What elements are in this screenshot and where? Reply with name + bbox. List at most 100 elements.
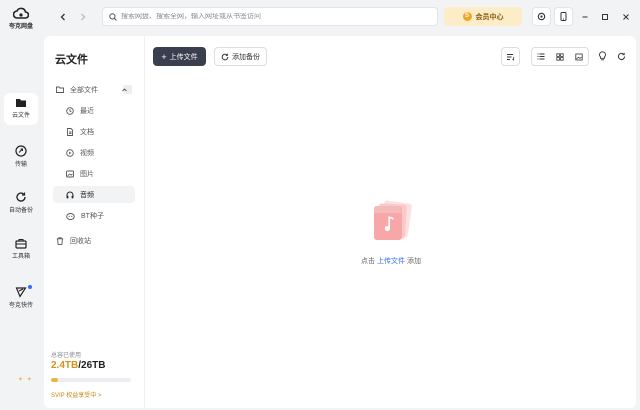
rail-item-label: 自动备份	[8, 208, 33, 214]
empty-prefix: 点击	[361, 258, 376, 265]
sidebar-item-label: 文档	[80, 128, 94, 136]
maximize-icon	[602, 14, 608, 20]
vip-center-button[interactable]: S 会员中心	[444, 7, 522, 26]
sidebar-item-trash[interactable]: 回收站	[50, 232, 135, 249]
sidebar-item-label: 全部文件	[70, 86, 98, 94]
storage-used: 2.4TB	[51, 360, 79, 371]
chevron-up-icon	[122, 87, 127, 91]
search-box[interactable]	[102, 7, 438, 26]
svip-promo-link[interactable]: SVIP 权益享受中 >	[51, 390, 101, 399]
close-button[interactable]	[619, 10, 633, 24]
phone-icon	[560, 12, 567, 21]
transfer-icon	[15, 145, 27, 157]
reload-icon	[617, 52, 625, 60]
rail-item-label: 传输	[14, 162, 27, 168]
bt-icon	[66, 212, 75, 220]
settings-button[interactable]	[532, 7, 551, 26]
empty-suffix: 添加	[406, 258, 421, 265]
vip-coin-icon: S	[462, 12, 472, 21]
sidebar-item-label: 视频	[80, 149, 94, 157]
notification-dot	[28, 285, 32, 289]
rail-item-toolbox[interactable]: 工具箱	[4, 234, 38, 266]
sidebar-item-label: 回收站	[70, 237, 91, 245]
upload-file-link[interactable]: 上传文件	[377, 258, 405, 265]
minimize-icon	[582, 16, 588, 18]
sidebar-item-bt-torrents[interactable]: BT种子	[53, 207, 135, 224]
headphones-icon	[66, 191, 74, 198]
upload-file-button[interactable]: + 上传文件	[153, 47, 206, 66]
search-input[interactable]	[121, 13, 421, 20]
plus-icon: +	[161, 51, 167, 62]
sidebar-item-label: BT种子	[81, 212, 104, 220]
video-icon	[66, 148, 74, 157]
sidebar-title: 云文件	[55, 54, 88, 66]
grid-icon	[556, 52, 564, 61]
sort-button[interactable]	[501, 47, 520, 66]
refresh-button[interactable]	[615, 50, 627, 62]
sidebar-item-audio[interactable]: 音频	[53, 186, 135, 203]
file-sidebar: 云文件 全部文件 最近 文档 视频 图片 音频 BT种子 回收站 总容已使用 2…	[44, 36, 145, 408]
tips-button[interactable]	[596, 50, 608, 62]
rail-item-transfer[interactable]: 传输	[4, 141, 38, 173]
rail-item-auto-backup[interactable]: 自动备份	[4, 187, 38, 219]
image-icon	[66, 170, 74, 177]
chevron-right-icon	[81, 13, 86, 21]
storage-total: 26TB	[81, 360, 106, 371]
grid-view-button[interactable]	[551, 48, 570, 65]
add-backup-button[interactable]: 添加备份	[214, 47, 267, 66]
app-logo: 夸克网盘	[0, 6, 42, 30]
storage-label: 总容已使用	[51, 353, 82, 359]
rail-item-quick-send[interactable]: 夸克快传	[4, 282, 38, 314]
image-view-icon	[575, 53, 583, 60]
view-mode-group	[531, 47, 589, 66]
refresh-icon	[221, 53, 229, 60]
app-name: 夸克网盘	[8, 24, 33, 30]
sidebar-item-all-files[interactable]: 全部文件	[50, 81, 135, 98]
top-bar: S 会员中心	[42, 0, 640, 34]
mobile-button[interactable]	[554, 7, 573, 26]
maximize-button[interactable]	[598, 10, 612, 24]
chevron-left-icon	[60, 13, 65, 21]
music-file-illustration-icon	[374, 200, 412, 240]
gear-icon	[537, 12, 546, 21]
sparkle-icon: ✦ ✦	[18, 377, 33, 383]
sidebar-item-documents[interactable]: 文档	[53, 123, 135, 140]
trash-icon	[56, 236, 64, 245]
minimize-button[interactable]	[578, 10, 592, 24]
sidebar-item-recent[interactable]: 最近	[53, 102, 135, 119]
collapse-button[interactable]	[122, 85, 132, 94]
storage-usage: 2.4TB/26TB	[51, 360, 105, 371]
sidebar-item-label: 最近	[80, 107, 94, 115]
empty-state-text: 点击 上传文件 添加	[146, 256, 636, 266]
content-panel: 云文件 全部文件 最近 文档 视频 图片 音频 BT种子 回收站 总容已使用 2…	[44, 36, 636, 408]
file-main-area: + 上传文件 添加备份 点击 上传文件 添加	[146, 36, 636, 408]
storage-progress-fill	[51, 378, 59, 382]
forward-button[interactable]	[76, 10, 90, 24]
left-rail: 夸克网盘 云文件 传输 自动备份 工具箱 夸克快传 ✦ ✦	[0, 0, 42, 410]
clock-icon	[66, 106, 74, 115]
close-icon	[623, 14, 629, 20]
sidebar-item-videos[interactable]: 视频	[53, 144, 135, 161]
storage-progress-bar	[51, 378, 131, 382]
rail-item-cloud-files[interactable]: 云文件	[4, 93, 38, 125]
thumbnail-view-button[interactable]	[569, 48, 588, 65]
folder-icon	[16, 99, 26, 107]
rail-item-label: 夸克快传	[8, 303, 33, 309]
back-button[interactable]	[56, 10, 70, 24]
upload-file-label: 上传文件	[169, 53, 198, 61]
vip-center-label: 会员中心	[475, 13, 504, 21]
search-icon	[109, 12, 117, 21]
sort-icon	[507, 53, 514, 61]
empty-state	[146, 198, 636, 246]
document-icon	[67, 127, 73, 136]
list-icon	[537, 53, 545, 60]
send-icon	[15, 287, 27, 298]
rail-item-label: 工具箱	[11, 254, 30, 260]
rail-item-label: 云文件	[11, 113, 30, 119]
sidebar-item-label: 音频	[80, 191, 94, 199]
cloud-logo-icon	[13, 7, 29, 19]
sync-icon	[16, 192, 26, 202]
toolbox-icon	[15, 239, 27, 249]
sidebar-item-images[interactable]: 图片	[53, 165, 135, 182]
list-view-button[interactable]	[532, 48, 551, 65]
